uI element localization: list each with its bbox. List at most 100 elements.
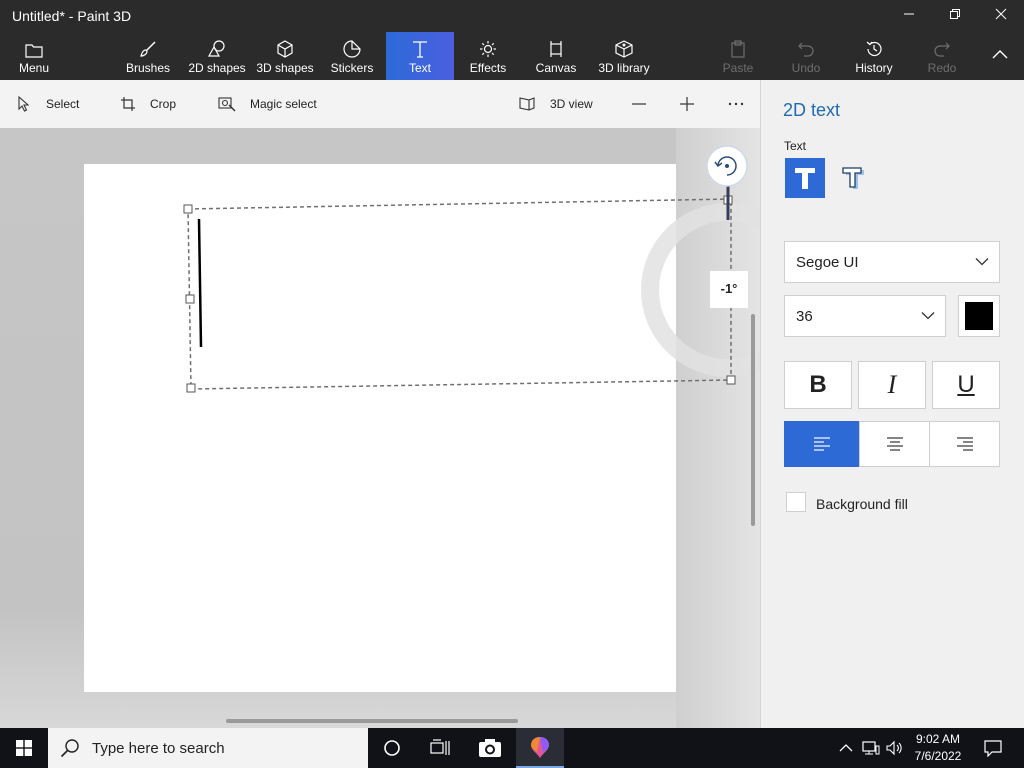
toolbar: Select Crop Magic select 3D view <box>0 80 760 128</box>
effects-icon <box>479 32 497 58</box>
collapse-ribbon-button[interactable] <box>980 32 1020 80</box>
rotation-readout: -1° <box>720 281 738 296</box>
window-title: Untitled* - Paint 3D <box>12 8 132 24</box>
windows-icon <box>16 740 32 756</box>
volume-icon <box>886 740 902 756</box>
align-center-button[interactable] <box>859 421 930 467</box>
history-button[interactable]: History <box>848 32 900 80</box>
align-left-button[interactable] <box>784 421 859 467</box>
minimize-button[interactable] <box>886 0 932 32</box>
camera-app-button[interactable] <box>466 728 514 768</box>
paint-3d-icon <box>531 737 549 758</box>
network-icon <box>862 741 880 755</box>
2d-text-button[interactable] <box>785 158 825 198</box>
resize-handle[interactable] <box>726 375 736 385</box>
taskbar-search[interactable]: Type here to search <box>48 728 368 768</box>
tab-stickers[interactable]: Stickers <box>326 32 378 80</box>
3d-view-button[interactable]: 3D view <box>518 80 593 128</box>
task-view-button[interactable] <box>368 728 416 768</box>
panel-title: 2D text <box>783 100 841 120</box>
tab-label: Stickers <box>330 61 374 75</box>
color-swatch <box>965 302 993 330</box>
font-family-dropdown[interactable]: Segoe UI <box>784 241 1000 283</box>
2d-text-icon <box>795 168 815 189</box>
clock-date: 7/6/2022 <box>914 749 962 763</box>
canvas-icon <box>547 32 565 58</box>
magic-select-label: Magic select <box>250 97 317 111</box>
horizontal-scrollbar[interactable] <box>226 719 518 723</box>
camera-icon <box>479 739 501 757</box>
stickers-icon <box>343 32 361 58</box>
plus-icon <box>680 97 694 111</box>
restore-button[interactable] <box>932 0 978 32</box>
align-left-icon <box>813 437 830 451</box>
italic-button[interactable]: I <box>858 361 926 409</box>
minus-icon <box>632 103 646 105</box>
ellipsis-icon <box>728 102 744 106</box>
undo-button[interactable]: Undo <box>784 32 828 80</box>
cursor-icon <box>18 96 30 112</box>
resize-handle[interactable] <box>183 204 193 214</box>
restore-icon <box>949 7 961 25</box>
tab-text[interactable]: Text <box>386 32 454 80</box>
taskbar: Type here to search 9:02 AM 7/6/2022 <box>0 728 1024 768</box>
tab-3d-library[interactable]: 3D library <box>594 32 654 80</box>
magic-select-icon <box>218 97 236 112</box>
tab-canvas[interactable]: Canvas <box>530 32 582 80</box>
background-fill-checkbox[interactable] <box>786 492 806 512</box>
underline-icon: U <box>957 371 975 398</box>
resize-handle[interactable] <box>186 383 196 393</box>
undo-label: Undo <box>791 61 821 75</box>
text-icon <box>412 32 428 58</box>
zoom-out-button[interactable] <box>630 80 662 128</box>
notifications-button[interactable] <box>976 728 1010 768</box>
tab-label: 3D shapes <box>256 61 314 75</box>
undo-icon <box>797 32 815 58</box>
italic-icon: I <box>887 370 897 399</box>
vertical-scrollbar[interactable] <box>751 314 755 526</box>
select-button[interactable]: Select <box>16 80 79 128</box>
tab-label: 2D shapes <box>188 61 246 75</box>
resize-handle[interactable] <box>185 294 195 304</box>
3d-text-button[interactable] <box>833 158 873 198</box>
more-options-button[interactable] <box>727 80 759 128</box>
close-button[interactable] <box>978 0 1024 32</box>
chevron-up-icon <box>991 47 1009 65</box>
timeline-button[interactable] <box>416 728 464 768</box>
paste-label: Paste <box>722 61 754 75</box>
crop-label: Crop <box>150 97 177 111</box>
underline-button[interactable]: U <box>932 361 1000 409</box>
magic-select-button[interactable]: Magic select <box>218 80 317 128</box>
bold-button[interactable]: B <box>784 361 852 409</box>
text-box-overlay <box>183 145 760 393</box>
history-icon <box>865 32 883 58</box>
task-view-icon <box>430 739 450 755</box>
tab-2d-shapes[interactable]: 2D shapes <box>184 32 250 80</box>
menu-button[interactable]: Menu <box>8 32 60 80</box>
tab-brushes[interactable]: Brushes <box>118 32 178 80</box>
paste-icon <box>730 32 746 58</box>
volume-button[interactable] <box>884 728 906 768</box>
font-size-dropdown[interactable]: 36 <box>784 295 946 337</box>
show-hidden-icons-button[interactable] <box>836 728 856 768</box>
paint-3d-app-button[interactable] <box>516 728 564 768</box>
folder-icon <box>25 32 43 58</box>
network-button[interactable] <box>860 728 882 768</box>
tab-effects[interactable]: Effects <box>462 32 514 80</box>
start-button[interactable] <box>0 728 48 768</box>
tab-3d-shapes[interactable]: 3D shapes <box>252 32 318 80</box>
select-label: Select <box>46 97 80 111</box>
title-bar: Untitled* - Paint 3D <box>0 0 1024 32</box>
taskbar-clock[interactable]: 9:02 AM 7/6/2022 <box>904 731 972 765</box>
brush-icon <box>139 32 157 58</box>
redo-button[interactable]: Redo <box>920 32 964 80</box>
text-color-button[interactable] <box>958 295 1000 337</box>
chevron-up-icon <box>839 744 853 752</box>
zoom-in-button[interactable] <box>678 80 710 128</box>
paste-button[interactable]: Paste <box>716 32 760 80</box>
chevron-down-icon <box>975 254 989 271</box>
text-panel: 2D text Text Segoe UI 36 B I U Backgroun… <box>760 80 1024 728</box>
align-right-button[interactable] <box>929 421 1000 467</box>
history-label: History <box>855 61 893 75</box>
crop-button[interactable]: Crop <box>120 80 176 128</box>
